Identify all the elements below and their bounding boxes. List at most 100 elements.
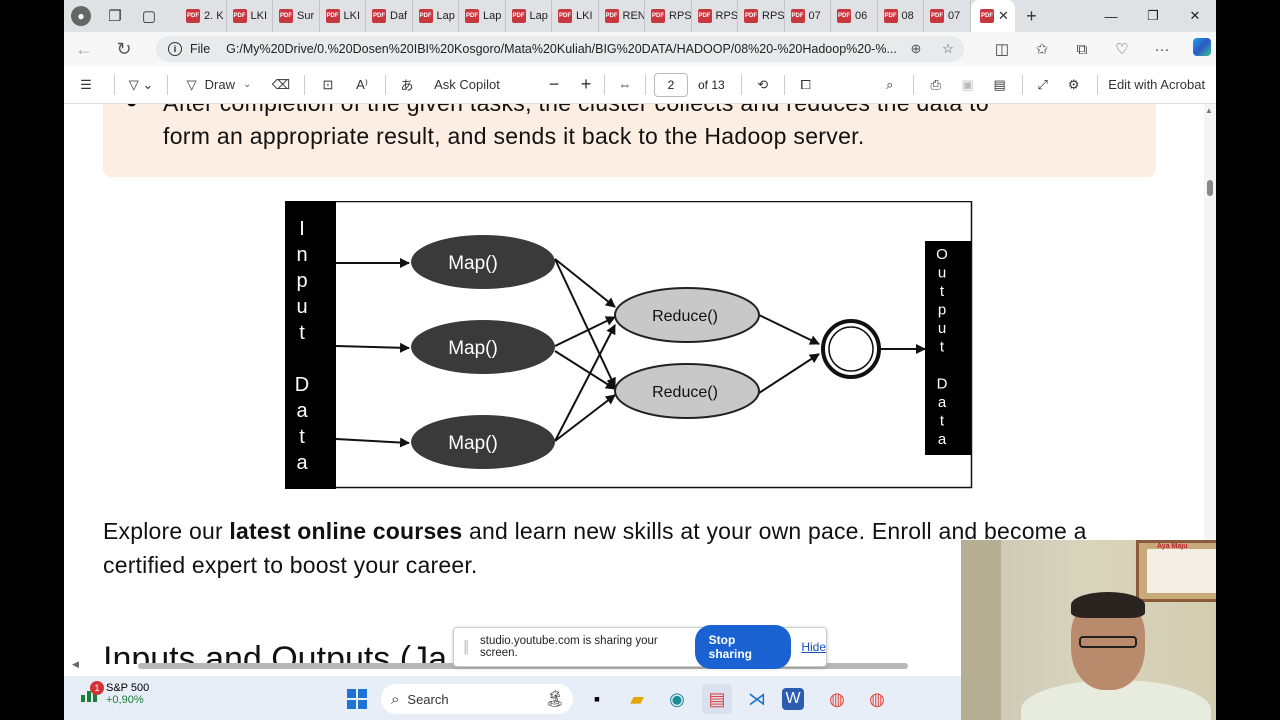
- vertical-letter: a: [296, 452, 308, 474]
- tab-strip: ● ❐ ▢ PDF 2. K PDF LKI PDF Sur PDF LKI PDF Daf PDF…: [64, 0, 1216, 32]
- edit-with-acrobat-button[interactable]: Edit with Acrobat: [1104, 66, 1210, 104]
- page-view-icon[interactable]: ⧠: [791, 66, 821, 104]
- stock-change: +0,90%: [106, 694, 144, 706]
- close-tab-icon[interactable]: ✕: [998, 8, 1009, 24]
- mapreduce-diagram: InputData OutputData Map() Map() Map() R…: [285, 201, 973, 489]
- hide-banner-link[interactable]: Hide: [801, 640, 826, 654]
- browser-tab[interactable]: PDF Lap: [459, 0, 506, 32]
- promo-link[interactable]: latest online courses: [229, 518, 462, 544]
- pdf-icon: PDF: [511, 9, 526, 23]
- zoom-icon[interactable]: ⊕: [900, 41, 932, 57]
- tab-label: 2. K: [204, 10, 224, 22]
- save-icon[interactable]: ▣: [952, 66, 984, 104]
- minimize-button[interactable]: —: [1090, 0, 1132, 32]
- browser-tab[interactable]: PDF Sur: [273, 0, 320, 32]
- workspaces-icon[interactable]: ❐: [98, 0, 132, 32]
- callout-line-2: form an appropriate result, and sends it…: [163, 123, 865, 149]
- notepad-icon[interactable]: ▤: [702, 684, 732, 714]
- refresh-button[interactable]: ↻: [104, 32, 144, 66]
- read-aloud-icon[interactable]: A⁾: [345, 66, 379, 104]
- restore-button[interactable]: ❐: [1132, 0, 1174, 32]
- page-number-input[interactable]: 2: [654, 72, 688, 97]
- toolbar-divider: [1096, 74, 1098, 95]
- favorites-icon[interactable]: ✩: [1022, 40, 1062, 58]
- fit-page-icon[interactable]: ⇔: [611, 66, 639, 104]
- tab-label: Daf: [390, 10, 408, 22]
- browser-tab[interactable]: PDF RPS: [738, 0, 785, 32]
- tab-label: REN: [622, 10, 645, 22]
- tab-actions-icon[interactable]: ▢: [132, 0, 166, 32]
- back-button[interactable]: ←: [64, 32, 104, 66]
- tab-label: RPS: [715, 10, 738, 22]
- draw-button[interactable]: ▽ Draw ⌄: [174, 66, 264, 104]
- split-screen-icon[interactable]: ◫: [982, 40, 1022, 58]
- print-icon[interactable]: ⎙: [920, 66, 952, 104]
- toolbar-divider: [1021, 74, 1023, 95]
- profile-button[interactable]: ●: [64, 0, 98, 32]
- tab-label: LKI: [576, 10, 593, 22]
- close-window-button[interactable]: ✕: [1174, 0, 1216, 32]
- chrome-icon[interactable]: ◍: [822, 684, 852, 714]
- vscode-icon[interactable]: ⋊: [742, 684, 772, 714]
- vertical-letter: p: [938, 302, 946, 319]
- ask-copilot-button[interactable]: Ask Copilot: [422, 66, 512, 104]
- active-tab[interactable]: PDF ✕: [970, 0, 1015, 32]
- new-tab-button[interactable]: +: [1015, 0, 1049, 32]
- more-menu-icon[interactable]: ···: [1142, 41, 1182, 58]
- address-url[interactable]: G:/My%20Drive/0.%20Dosen%20IBI%20Kosgoro…: [226, 42, 900, 56]
- zoom-out-button[interactable]: −: [534, 66, 574, 104]
- vertical-letter: u: [938, 265, 946, 282]
- browser-tab[interactable]: PDF LKI: [320, 0, 366, 32]
- copilot-button[interactable]: [1182, 38, 1216, 60]
- webcam-shelf: [961, 540, 1001, 720]
- browser-tab[interactable]: PDF 07: [785, 0, 831, 32]
- scroll-left-arrow-icon[interactable]: ◀: [72, 659, 79, 670]
- info-icon[interactable]: i: [168, 42, 182, 56]
- vertical-letter: D: [937, 376, 948, 393]
- collections-icon[interactable]: ⧉: [1062, 41, 1102, 58]
- search-icon[interactable]: ⌕: [873, 66, 907, 104]
- pdf-icon: PDF: [186, 9, 200, 23]
- browser-essentials-icon[interactable]: ♡: [1102, 40, 1142, 58]
- browser-tab[interactable]: PDF 08: [878, 0, 924, 32]
- drag-handle-icon[interactable]: ║: [462, 640, 471, 654]
- browser-tab[interactable]: PDF RPS: [645, 0, 692, 32]
- word-icon[interactable]: W: [782, 688, 804, 710]
- browser-tab[interactable]: PDF Lap: [506, 0, 552, 32]
- task-view-icon[interactable]: ▪: [582, 684, 612, 714]
- browser-tab[interactable]: PDF 2. K: [180, 0, 227, 32]
- chrome-profile-icon[interactable]: ◍: [862, 684, 892, 714]
- highlight-icon[interactable]: ▽ ⌄: [121, 66, 161, 104]
- browser-tab[interactable]: PDF Daf: [366, 0, 413, 32]
- fullscreen-icon[interactable]: ⤢: [1029, 66, 1057, 104]
- eraser-icon[interactable]: ⌫: [264, 66, 298, 104]
- start-button[interactable]: [342, 684, 372, 714]
- contents-icon[interactable]: ☰: [64, 66, 108, 104]
- browser-tab[interactable]: PDF 06: [831, 0, 878, 32]
- settings-gear-icon[interactable]: ⚙: [1057, 66, 1091, 104]
- zoom-in-button[interactable]: +: [574, 66, 598, 104]
- scroll-thumb[interactable]: [1207, 180, 1213, 196]
- browser-tab[interactable]: PDF 07: [924, 0, 971, 32]
- page-total: of 13: [698, 77, 725, 92]
- translate-icon[interactable]: あ: [392, 66, 422, 104]
- browser-tab[interactable]: PDF REN: [599, 0, 645, 32]
- browser-tab[interactable]: PDF LKI: [227, 0, 273, 32]
- taskbar-search[interactable]: ⌕ Search 🏝: [381, 684, 573, 714]
- file-explorer-icon[interactable]: ▰: [622, 684, 652, 714]
- tab-list: PDF 2. K PDF LKI PDF Sur PDF LKI PDF Daf PDF Lap PDF…: [180, 0, 1015, 32]
- save-as-icon[interactable]: ▤: [984, 66, 1016, 104]
- browser-tab[interactable]: PDF RPS: [692, 0, 738, 32]
- address-bar[interactable]: i File G:/My%20Drive/0.%20Dosen%20IBI%20…: [156, 36, 964, 62]
- browser-tab[interactable]: PDF LKI: [552, 0, 599, 32]
- favorite-star-icon[interactable]: ☆: [932, 41, 964, 57]
- toolbar-divider: [783, 74, 785, 95]
- toolbar-divider: [304, 74, 305, 95]
- rotate-icon[interactable]: ⟲: [748, 66, 778, 104]
- stop-sharing-button[interactable]: Stop sharing: [694, 625, 792, 669]
- browser-tab[interactable]: PDF Lap: [413, 0, 459, 32]
- edge-browser-icon[interactable]: ◉: [662, 684, 692, 714]
- scroll-up-arrow-icon[interactable]: ▲: [1205, 106, 1213, 115]
- stock-widget[interactable]: 1 S&P 500 +0,90%: [80, 681, 149, 706]
- text-box-icon[interactable]: ⊡: [311, 66, 345, 104]
